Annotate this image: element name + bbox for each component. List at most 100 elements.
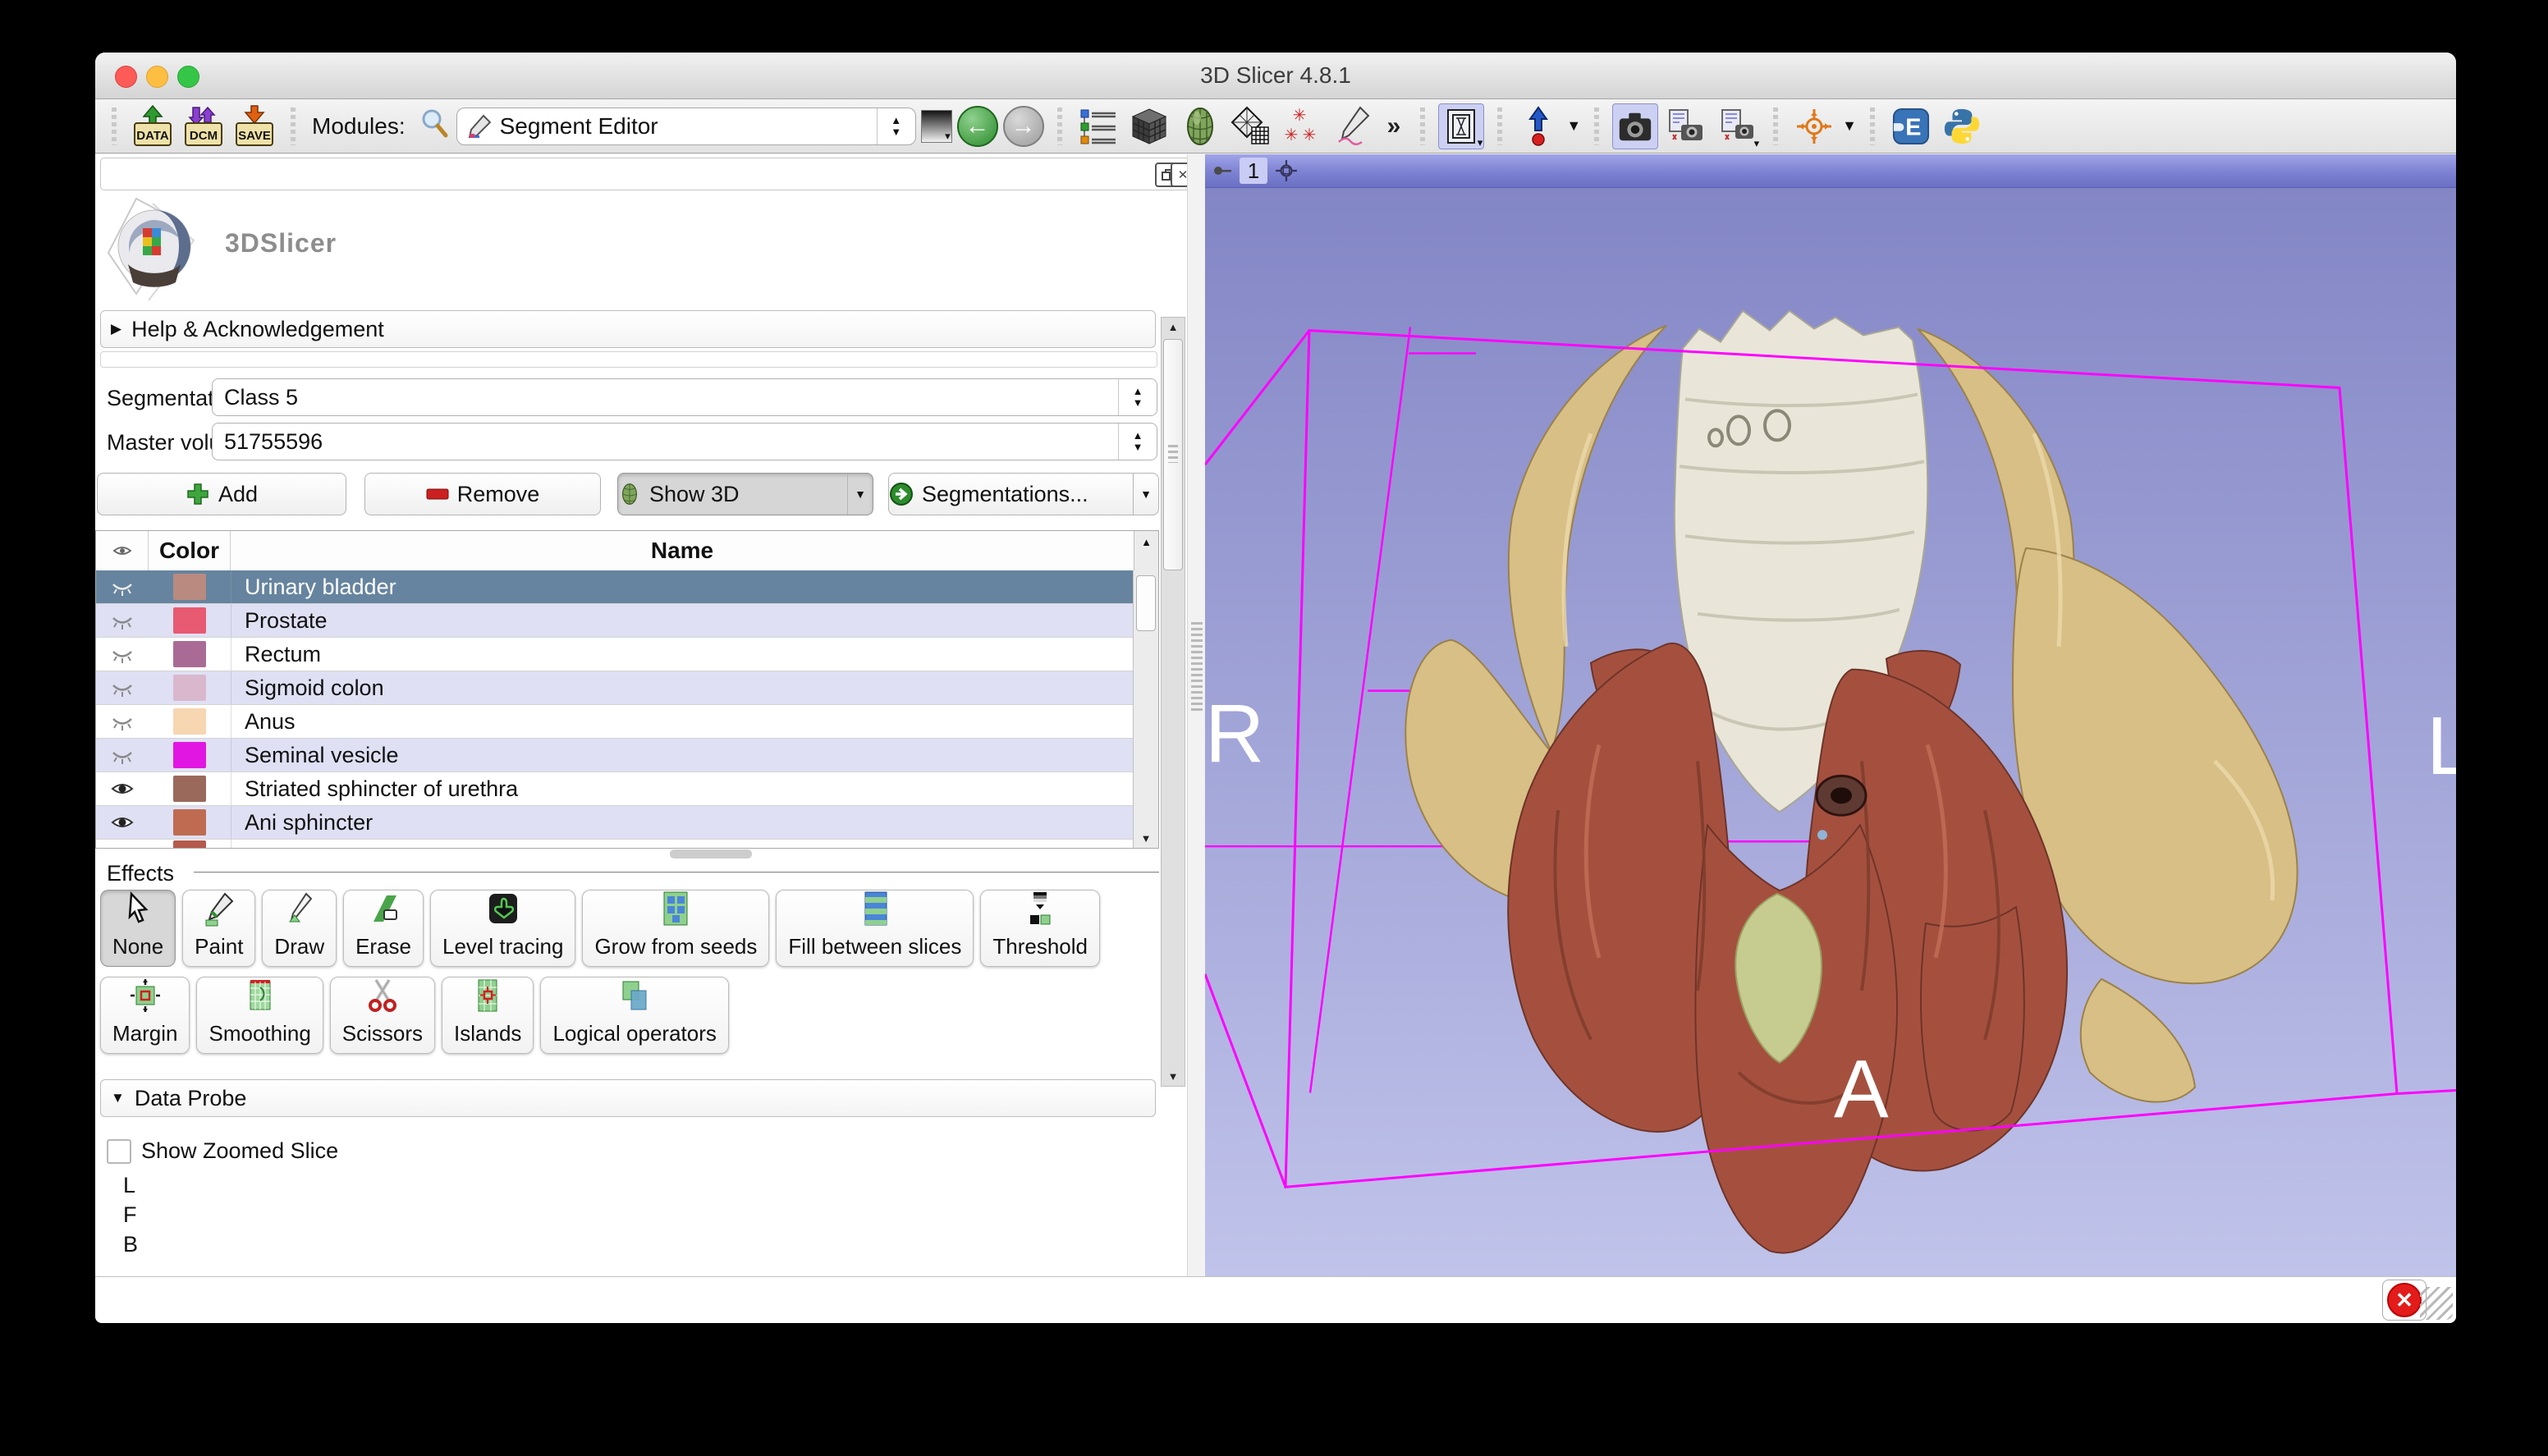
show-zoomed-slice-checkbox[interactable] [107,1139,131,1164]
dicom-button[interactable]: DCM [181,103,227,149]
toolbar-grip[interactable] [1773,108,1778,145]
effect-button-paint[interactable]: Paint [182,890,255,967]
color-swatch[interactable] [173,708,206,735]
crosshair-button[interactable] [1791,103,1837,149]
segment-name[interactable]: Sigmoid colon [231,671,1134,704]
extensions-manager-icon[interactable]: E [1888,103,1934,149]
color-cell[interactable] [149,675,231,701]
color-swatch[interactable] [173,641,206,667]
screenshot-button[interactable] [1612,103,1658,149]
effect-button-threshold[interactable]: Threshold [980,890,1100,967]
data-cube-icon[interactable] [1126,103,1172,149]
hidden-eye-icon[interactable] [96,611,149,630]
subject-hierarchy-icon[interactable] [1075,103,1121,149]
pin-icon[interactable] [1212,162,1233,180]
master-volume-selector[interactable]: 51755596 ▲▼ [212,423,1157,460]
color-cell[interactable] [149,742,231,768]
data-probe-section[interactable]: ▼ Data Probe [100,1079,1156,1117]
effect-button-logical-operators[interactable]: Logical operators [540,977,728,1054]
hidden-eye-icon[interactable] [96,712,149,731]
segmentation-selector[interactable]: Class 5 ▲▼ [212,378,1157,416]
python-console-icon[interactable] [1939,103,1985,149]
hidden-eye-icon[interactable] [96,678,149,698]
effect-button-fill-between-slices[interactable]: Fill between slices [776,890,974,967]
effect-button-grow-from-seeds[interactable]: Grow from seeds [582,890,769,967]
view-crosshair-icon[interactable] [1274,158,1299,183]
table-row[interactable]: Striated sphincter of urethra [96,772,1134,806]
color-cell[interactable] [149,708,231,735]
table-row[interactable]: Anus [96,705,1134,739]
table-row[interactable]: Ani sphincter [96,806,1134,840]
panel-scrollbar[interactable]: ▲ ▼ [1161,317,1185,1087]
hidden-eye-icon[interactable] [96,745,149,765]
segmentations-button[interactable]: Segmentations... ▼ [888,473,1159,515]
visible-eye-icon[interactable] [96,813,149,831]
save-button[interactable]: SAVE [231,103,277,149]
mouse-mode-dropdown[interactable]: ▼ [1566,117,1581,135]
color-cell[interactable] [149,607,231,634]
hidden-eye-icon[interactable] [96,577,149,597]
segment-name[interactable]: Prostate [231,604,1134,637]
panel-scrollbar-up[interactable]: ▲ [1162,321,1185,333]
load-data-button[interactable]: DATA [130,103,176,149]
annotations-icon[interactable] [1330,103,1376,149]
mouse-interaction-icon[interactable] [1515,103,1561,149]
remove-segment-button[interactable]: Remove [364,473,601,515]
segment-name[interactable] [231,840,1134,849]
segment-name[interactable]: Urinary bladder [231,570,1134,603]
toolbar-grip[interactable] [112,108,117,145]
color-swatch[interactable] [173,574,206,600]
toolbar-grip[interactable] [1594,108,1599,145]
color-swatch[interactable] [173,809,206,836]
dock-splitter-grip[interactable] [1191,622,1203,712]
module-forward-button[interactable]: → [1003,106,1044,147]
hidden-eye-icon[interactable] [96,644,149,664]
color-swatch[interactable] [173,607,206,634]
table-row[interactable]: Urinary bladder [96,570,1134,604]
color-cell[interactable] [149,776,231,802]
show-3d-button[interactable]: Show 3D ▼ [617,473,873,515]
window-resize-grip[interactable] [2420,1287,2453,1320]
color-cell[interactable] [149,809,231,836]
table-scrollbar-thumb[interactable] [1136,575,1156,631]
toolbar-grip[interactable] [1057,108,1062,145]
segment-name[interactable]: Seminal vesicle [231,739,1134,771]
effect-button-draw[interactable]: Draw [262,890,337,967]
threed-view-controller-bar[interactable]: 1 [1205,154,2456,188]
toolbar-grip[interactable] [1870,108,1875,145]
color-column-header[interactable]: Color [149,531,231,570]
markups-icon[interactable]: ✳ ✳ ✳ [1279,103,1325,149]
color-swatch[interactable] [173,776,206,802]
effect-button-erase[interactable]: Erase [343,890,424,967]
threed-viewport[interactable]: R A L [1205,188,2456,1277]
module-history-icon[interactable]: ▾ [921,110,952,143]
color-cell[interactable] [149,574,231,600]
show-3d-dropdown[interactable]: ▼ [847,474,873,515]
segment-name[interactable]: Anus [231,705,1134,738]
visible-eye-icon[interactable] [96,780,149,798]
segmentations-dropdown[interactable]: ▼ [1133,474,1158,515]
panel-scrollbar-thumb[interactable] [1163,339,1183,570]
panel-scrollbar-down[interactable]: ▼ [1162,1070,1185,1083]
segment-name[interactable]: Striated sphincter of urethra [231,772,1134,805]
color-swatch[interactable] [173,742,206,768]
table-scrollbar-down[interactable]: ▼ [1134,832,1158,845]
master-volume-spinner[interactable]: ▲▼ [1118,424,1157,460]
segment-name[interactable]: Ani sphincter [231,806,1134,839]
effect-button-margin[interactable]: Margin [100,977,190,1054]
module-back-button[interactable]: ← [957,106,998,147]
module-selector-spinner[interactable]: ▲▼ [877,108,915,144]
scene-view-restore-icon[interactable]: ▾ [1714,103,1760,149]
color-swatch[interactable] [173,840,206,849]
name-column-header[interactable]: Name [231,538,1134,564]
layout-selector-button[interactable]: ▾ [1438,103,1484,149]
title-bar[interactable]: 3D Slicer 4.8.1 [95,53,2456,99]
help-acknowledgement-section[interactable]: ▶ Help & Acknowledgement [100,310,1156,348]
color-cell[interactable] [149,641,231,667]
segment-name[interactable]: Rectum [231,638,1134,671]
table-scrollbar[interactable]: ▼ [1133,570,1158,848]
effect-button-islands[interactable]: Islands [442,977,534,1054]
table-row[interactable]: Prostate [96,604,1134,638]
effect-button-none[interactable]: None [100,890,176,967]
panel-header-bar[interactable]: ✕ [100,158,1197,190]
